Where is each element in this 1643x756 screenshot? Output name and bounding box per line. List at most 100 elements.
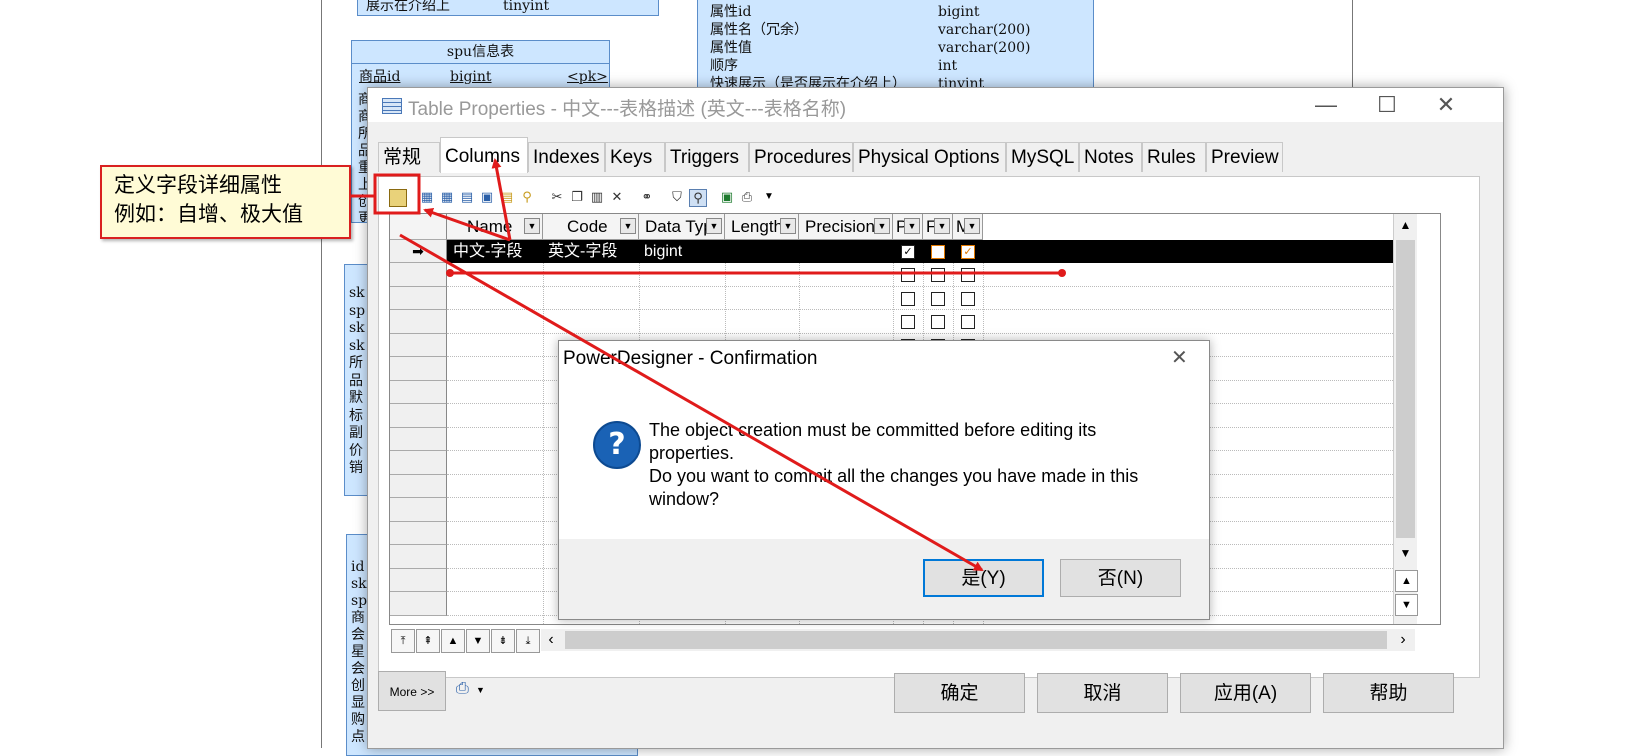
row-header[interactable] <box>390 286 447 310</box>
page-up-icon[interactable]: ▲ <box>1395 570 1418 592</box>
primary-checkbox[interactable]: ✓ <box>901 245 915 259</box>
move-page-down-icon[interactable]: ⇟ <box>491 629 515 653</box>
tab-indexes[interactable]: Indexes <box>528 142 605 172</box>
foreign-checkbox[interactable] <box>931 245 945 259</box>
dropdown-icon[interactable]: ▼ <box>620 218 636 234</box>
tab-triggers[interactable]: Triggers <box>665 142 749 172</box>
dropdown-icon[interactable]: ▼ <box>761 189 777 205</box>
header-length[interactable]: Length ▼ <box>725 214 799 240</box>
row-header[interactable] <box>390 333 447 357</box>
dropdown-icon[interactable]: ▼ <box>964 218 980 234</box>
horizontal-scrollbar[interactable]: ‹ › <box>541 629 1415 651</box>
help-button[interactable]: 帮助 <box>1323 673 1454 713</box>
scroll-left-icon[interactable]: ‹ <box>541 629 561 651</box>
cut-icon[interactable]: ✂ <box>549 189 565 205</box>
cell-code[interactable]: 英文-字段 <box>548 240 617 263</box>
row-header[interactable] <box>390 310 447 334</box>
apply-button[interactable]: 应用(A) <box>1180 673 1311 713</box>
row-header[interactable] <box>390 498 447 522</box>
row-header[interactable] <box>390 521 447 545</box>
tab-notes[interactable]: Notes <box>1079 142 1142 172</box>
row-header[interactable] <box>390 592 447 616</box>
copy-icon[interactable]: ❐ <box>569 189 585 205</box>
table-row[interactable] <box>447 287 1393 310</box>
tab-rules[interactable]: Rules <box>1142 142 1206 172</box>
tab-columns[interactable]: Columns <box>440 137 528 173</box>
page-down-icon[interactable]: ▼ <box>1395 594 1418 616</box>
delete-icon[interactable]: ✕ <box>609 189 625 205</box>
move-up-icon[interactable]: ▲ <box>441 629 465 653</box>
row-header[interactable] <box>390 357 447 381</box>
properties-icon[interactable] <box>389 189 407 207</box>
cell-name[interactable]: 中文-字段 <box>453 240 522 263</box>
dropdown-icon[interactable]: ▼ <box>874 218 890 234</box>
dialog-close-button[interactable]: ✕ <box>1171 345 1188 370</box>
add-columns-icon[interactable]: ▤ <box>459 189 475 205</box>
primary-checkbox[interactable] <box>901 291 915 306</box>
scroll-up-icon[interactable]: ▲ <box>1394 214 1417 236</box>
mandatory-checkbox[interactable] <box>961 268 975 282</box>
print-icon[interactable]: ⎙ <box>456 680 469 698</box>
row-header[interactable] <box>390 427 447 451</box>
header-primary[interactable]: P ▼ <box>893 214 923 240</box>
table-row[interactable] <box>447 310 1393 334</box>
tab-mysql[interactable]: MySQL <box>1006 142 1079 172</box>
row-header[interactable] <box>390 404 447 428</box>
header-code[interactable]: Code ▼ <box>543 214 639 240</box>
add-row-icon[interactable]: ▦ <box>439 189 455 205</box>
row-marker[interactable]: ➡ <box>390 240 447 263</box>
header-data-type[interactable]: Data Typ ▼ <box>639 214 725 240</box>
tab-procedures[interactable]: Procedures <box>749 142 853 172</box>
tab-physical-options[interactable]: Physical Options <box>853 142 1006 172</box>
no-button[interactable]: 否(N) <box>1060 559 1181 597</box>
scroll-right-icon[interactable]: › <box>1393 629 1413 651</box>
scroll-thumb[interactable] <box>1396 240 1415 538</box>
move-down-icon[interactable]: ▼ <box>466 629 490 653</box>
paste-icon[interactable]: ▥ <box>589 189 605 205</box>
header-precision[interactable]: Precision ▼ <box>799 214 893 240</box>
tab-keys[interactable]: Keys <box>605 142 665 172</box>
scroll-thumb[interactable] <box>565 631 1387 649</box>
foreign-checkbox[interactable] <box>931 268 945 282</box>
row-header[interactable] <box>390 545 447 569</box>
filter-columns-icon[interactable]: ⚲ <box>689 189 707 207</box>
row-header[interactable] <box>390 568 447 592</box>
filter-icon[interactable]: ⚲ <box>519 189 535 205</box>
primary-checkbox[interactable] <box>901 315 915 329</box>
mandatory-checkbox[interactable]: ✓ <box>961 245 975 259</box>
reuse-icon[interactable]: ▤ <box>499 189 515 205</box>
print-icon[interactable]: ⎙ <box>739 189 755 205</box>
mandatory-checkbox[interactable] <box>961 291 975 306</box>
move-bottom-icon[interactable]: ⤓ <box>516 629 540 653</box>
minimize-button[interactable]: — <box>1303 88 1349 122</box>
row-header[interactable] <box>390 451 447 475</box>
vertical-scrollbar[interactable]: ▲ ▼ ▲ ▼ <box>1393 214 1418 624</box>
close-button[interactable]: ✕ <box>1423 88 1469 122</box>
tab-general[interactable]: 常规 <box>378 142 440 172</box>
row-header[interactable] <box>390 263 447 287</box>
header-mandatory[interactable]: M▼ <box>953 214 983 240</box>
row-header[interactable] <box>390 380 447 404</box>
dropdown-icon[interactable]: ▼ <box>524 218 540 234</box>
maximize-button[interactable]: ☐ <box>1364 88 1410 122</box>
dropdown-icon[interactable]: ▼ <box>780 218 796 234</box>
move-top-icon[interactable]: ⤒ <box>391 629 415 653</box>
dropdown-icon[interactable]: ▼ <box>934 218 950 234</box>
dropdown-icon[interactable]: ▼ <box>904 218 920 234</box>
header-foreign[interactable]: F ▼ <box>923 214 953 240</box>
tab-preview[interactable]: Preview <box>1206 142 1283 172</box>
move-page-up-icon[interactable]: ⇞ <box>416 629 440 653</box>
header-name[interactable]: Name ▼ <box>447 214 543 240</box>
excel-icon[interactable]: ▣ <box>719 189 735 205</box>
ok-button[interactable]: 确定 <box>894 673 1025 713</box>
dropdown-icon[interactable]: ▼ <box>706 218 722 234</box>
entity-attr[interactable]: 属性id bigint 属性名（冗余） varchar(200) 属性值 varchar(… <box>697 0 1094 90</box>
customize-columns-icon[interactable]: ⛉ <box>669 189 685 205</box>
create-domain-icon[interactable]: ▣ <box>479 189 495 205</box>
more-button[interactable]: More >> <box>378 671 446 711</box>
mandatory-checkbox[interactable] <box>961 315 975 329</box>
scroll-down-icon[interactable]: ▼ <box>1394 542 1417 564</box>
entity-spu[interactable]: spu信息表 商品id bigint <pk> <box>351 40 610 94</box>
foreign-checkbox[interactable] <box>931 315 945 329</box>
primary-checkbox[interactable] <box>901 268 915 282</box>
